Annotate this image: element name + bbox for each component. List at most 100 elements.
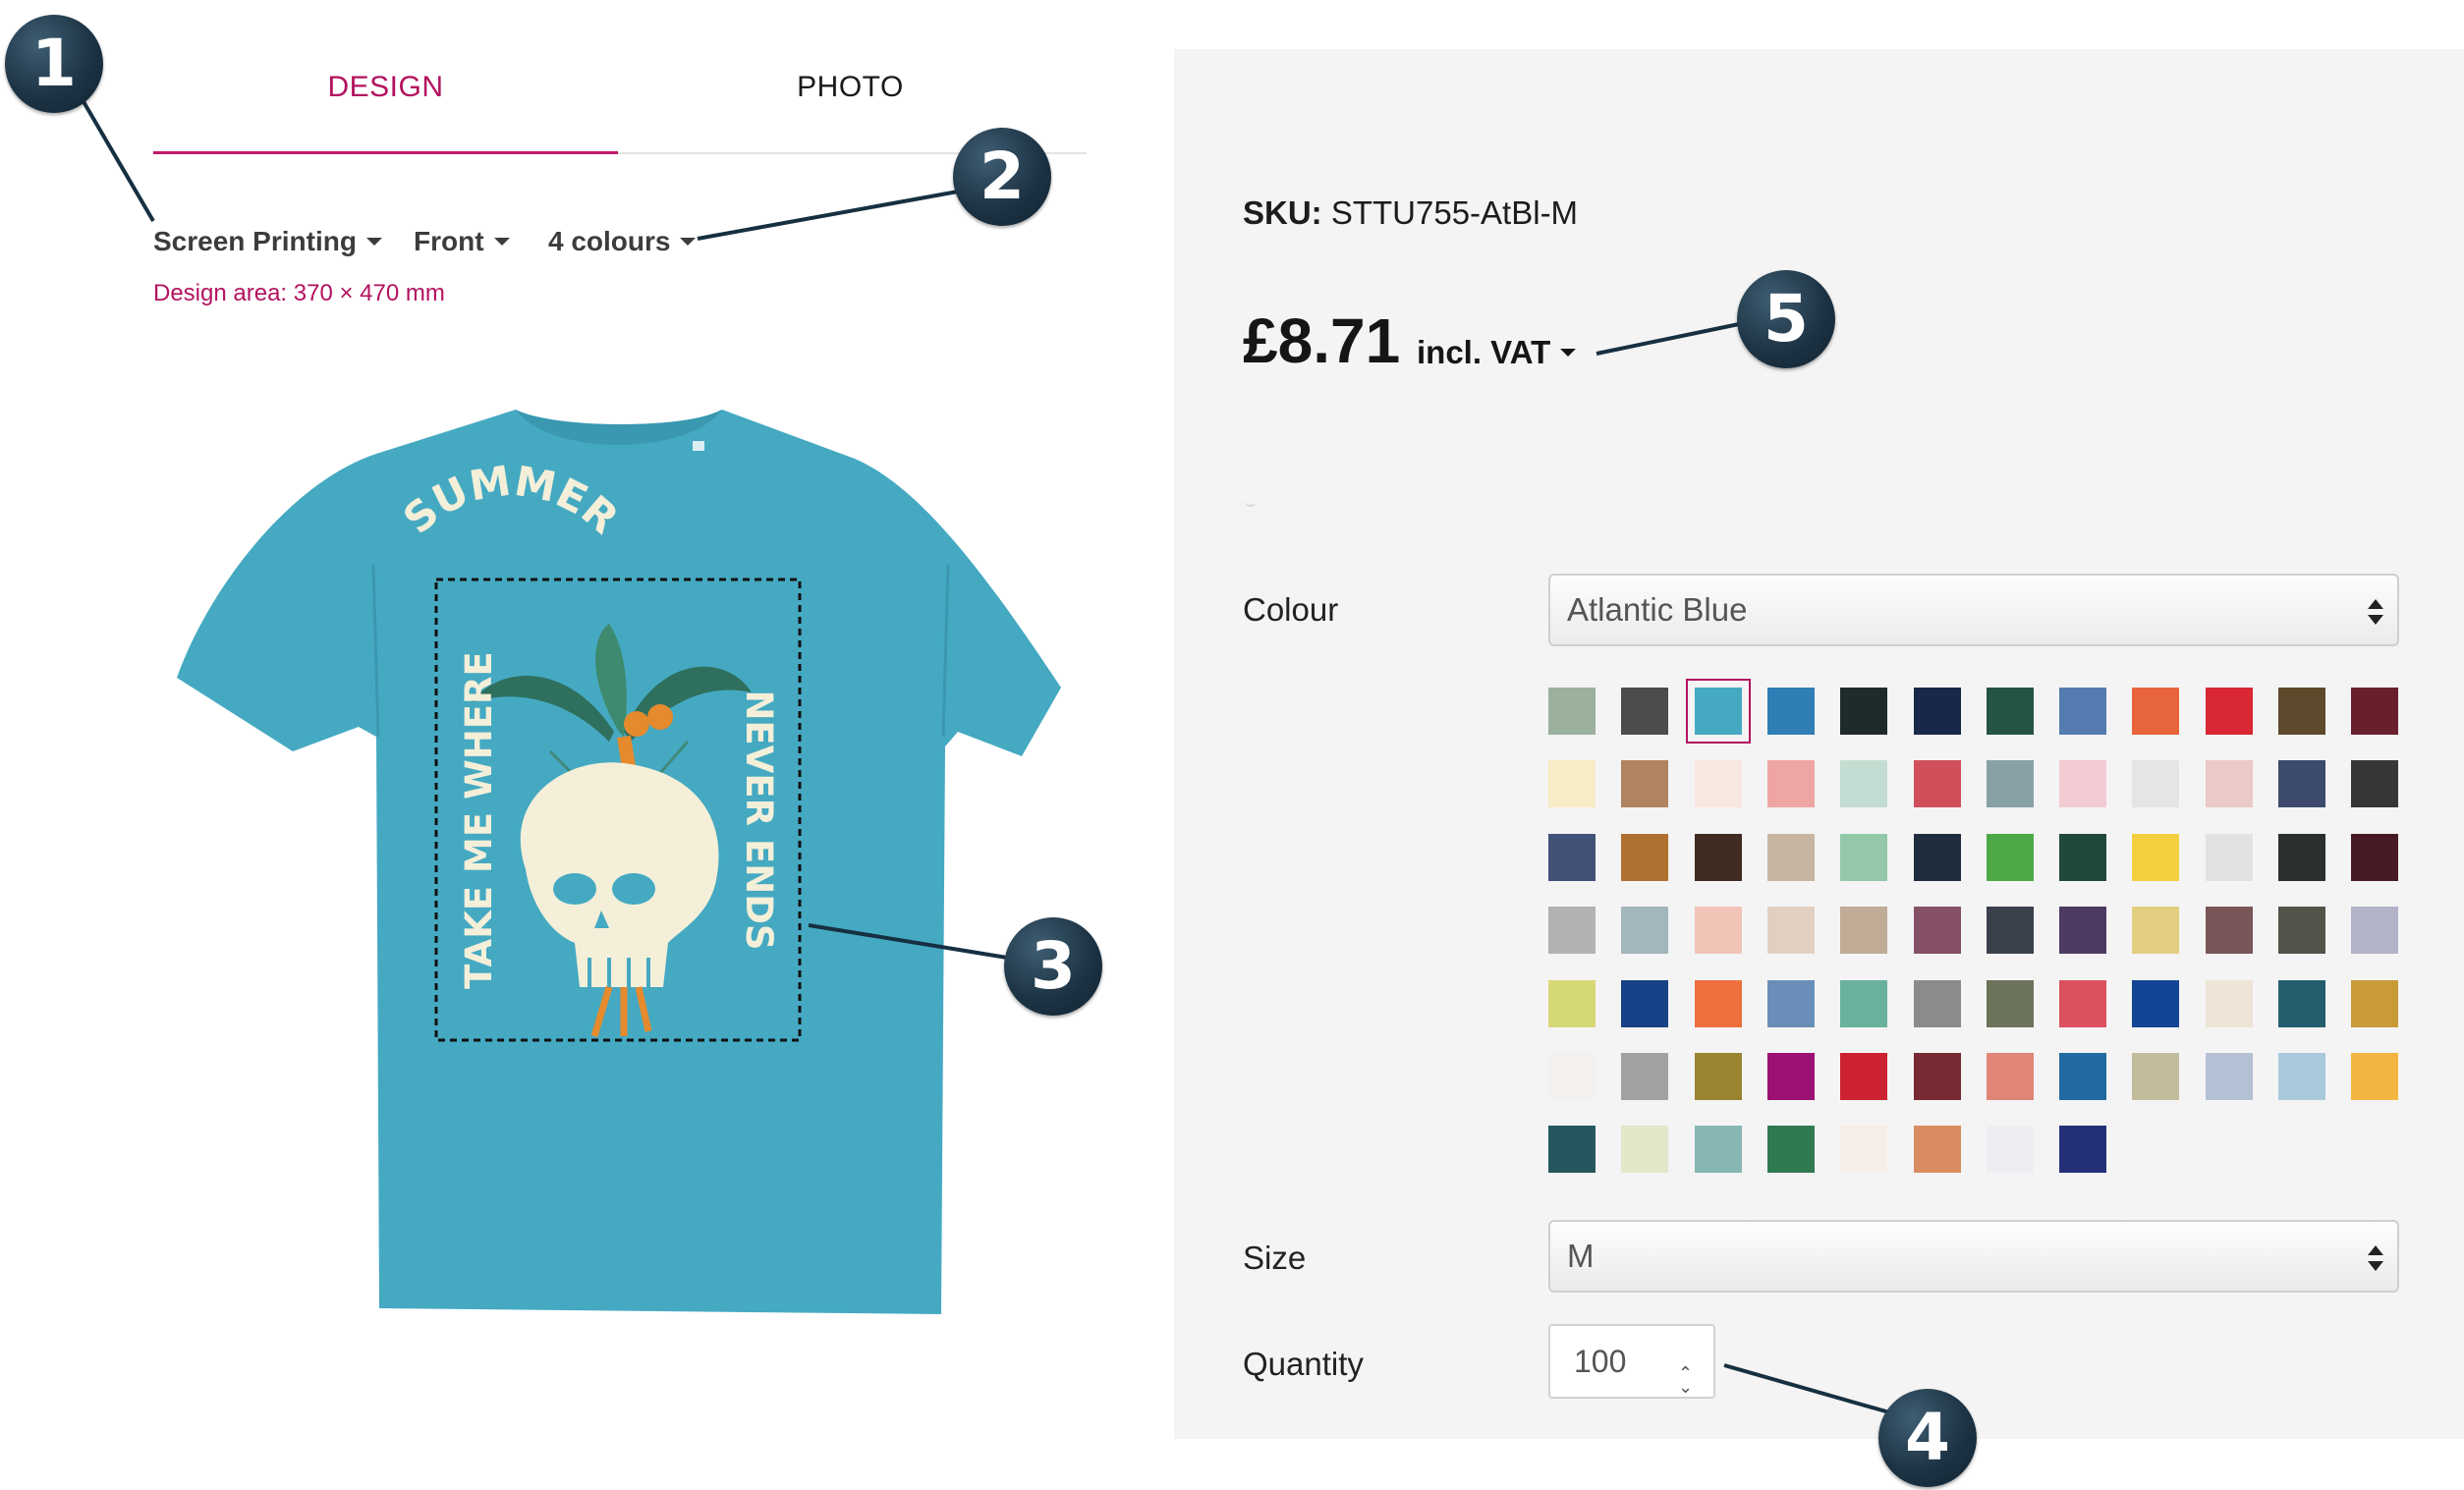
- colour-swatch[interactable]: [2132, 760, 2179, 807]
- colour-swatch[interactable]: [2206, 834, 2253, 881]
- colour-select[interactable]: Atlantic Blue: [1548, 574, 2399, 646]
- quantity-stepper[interactable]: 100: [1548, 1324, 1715, 1422]
- colour-swatch[interactable]: [1840, 980, 1887, 1027]
- colour-swatch[interactable]: [1621, 1053, 1668, 1100]
- colour-swatch[interactable]: [1548, 688, 1596, 735]
- colour-swatch[interactable]: [1840, 834, 1887, 881]
- colour-swatch[interactable]: [2132, 834, 2179, 881]
- colour-swatch[interactable]: [2278, 980, 2325, 1027]
- tab-photo[interactable]: PHOTO: [618, 71, 1083, 104]
- colour-swatch[interactable]: [1914, 1053, 1961, 1100]
- colour-swatch[interactable]: [2278, 1053, 2325, 1100]
- colour-swatch[interactable]: [1695, 1126, 1742, 1173]
- tab-active-indicator: [153, 151, 618, 154]
- colour-swatch[interactable]: [1621, 834, 1668, 881]
- colour-swatch[interactable]: [2059, 907, 2106, 954]
- colour-swatch[interactable]: [2132, 1053, 2179, 1100]
- colour-swatch[interactable]: [1840, 760, 1887, 807]
- colour-swatch[interactable]: [2132, 980, 2179, 1027]
- colour-swatch[interactable]: [1914, 1126, 1961, 1173]
- colour-swatch[interactable]: [1987, 834, 2034, 881]
- colour-swatch[interactable]: [1767, 688, 1815, 735]
- colour-swatch[interactable]: [2351, 907, 2398, 954]
- colour-swatch[interactable]: [2351, 834, 2398, 881]
- colour-swatch[interactable]: [2206, 1053, 2253, 1100]
- colour-swatch[interactable]: [2278, 834, 2325, 881]
- colour-swatch[interactable]: [1767, 834, 1815, 881]
- colour-swatch[interactable]: [1840, 1053, 1887, 1100]
- sku-label: SKU:: [1243, 194, 1322, 231]
- colour-swatch[interactable]: [1695, 980, 1742, 1027]
- tab-design[interactable]: DESIGN: [153, 71, 618, 104]
- printing-method-dropdown[interactable]: Screen Printing: [153, 226, 382, 257]
- select-arrows-icon: [2368, 1245, 2383, 1271]
- colour-swatch[interactable]: [2351, 980, 2398, 1027]
- colour-swatch[interactable]: [1548, 1126, 1596, 1173]
- colour-swatch[interactable]: [1621, 1126, 1668, 1173]
- colour-swatch[interactable]: [1987, 980, 2034, 1027]
- colour-swatch[interactable]: [1548, 834, 1596, 881]
- colour-swatch[interactable]: [1695, 907, 1742, 954]
- colour-swatch[interactable]: [2351, 1053, 2398, 1100]
- colour-swatch[interactable]: [1987, 1126, 2034, 1173]
- colour-swatch[interactable]: [1840, 688, 1887, 735]
- artwork-text-right: NEVER ENDS: [738, 690, 780, 950]
- colour-swatch[interactable]: [1621, 980, 1668, 1027]
- colour-swatch[interactable]: [2206, 760, 2253, 807]
- print-side-dropdown[interactable]: Front: [414, 226, 510, 257]
- size-select-value: M: [1567, 1238, 1595, 1274]
- colour-swatch[interactable]: [1840, 1126, 1887, 1173]
- colour-swatch[interactable]: [1548, 907, 1596, 954]
- colour-swatch[interactable]: [1548, 980, 1596, 1027]
- colour-swatch[interactable]: [1621, 760, 1668, 807]
- colour-swatch[interactable]: [1767, 1053, 1815, 1100]
- colour-swatch[interactable]: [1914, 980, 1961, 1027]
- colour-swatch[interactable]: [1987, 1053, 2034, 1100]
- colour-swatch[interactable]: [1914, 760, 1961, 807]
- callout-line-2: [697, 190, 959, 241]
- colour-swatch[interactable]: [2206, 907, 2253, 954]
- colour-swatch[interactable]: [1767, 760, 1815, 807]
- colour-swatch[interactable]: [1621, 688, 1668, 735]
- colour-swatch[interactable]: [2278, 688, 2325, 735]
- colour-swatch[interactable]: [1548, 760, 1596, 807]
- colour-swatch[interactable]: [2351, 688, 2398, 735]
- colour-swatch[interactable]: [2278, 760, 2325, 807]
- colour-swatch[interactable]: [1840, 907, 1887, 954]
- colour-swatch[interactable]: [1686, 679, 1751, 744]
- design-area-text: Design area: 370 × 470 mm: [153, 280, 445, 306]
- colour-swatch[interactable]: [1767, 907, 1815, 954]
- colour-swatch[interactable]: [2059, 980, 2106, 1027]
- tshirt-preview: SUMMER TAKE ME WHERE NEVER ENDS: [177, 410, 1061, 1314]
- spinner-arrows-icon[interactable]: [1678, 1338, 1694, 1422]
- colour-swatch[interactable]: [2059, 1126, 2106, 1173]
- colour-swatch[interactable]: [1914, 834, 1961, 881]
- colour-swatch[interactable]: [2059, 760, 2106, 807]
- colour-swatch[interactable]: [2059, 1053, 2106, 1100]
- colour-swatch[interactable]: [1987, 760, 2034, 807]
- colour-swatch[interactable]: [2278, 907, 2325, 954]
- colour-swatch[interactable]: [2059, 834, 2106, 881]
- colour-swatch[interactable]: [1767, 1126, 1815, 1173]
- colour-swatch[interactable]: [1621, 907, 1668, 954]
- colour-select-value: Atlantic Blue: [1567, 591, 1748, 628]
- colour-swatch[interactable]: [1548, 1053, 1596, 1100]
- vat-dropdown[interactable]: incl. VAT: [1417, 334, 1577, 371]
- colour-swatch-grid: [1548, 679, 2413, 1184]
- colour-swatch[interactable]: [2059, 688, 2106, 735]
- colour-swatch[interactable]: [1767, 980, 1815, 1027]
- colour-count-dropdown[interactable]: 4 colours: [548, 226, 697, 257]
- colour-swatch[interactable]: [2132, 907, 2179, 954]
- colour-swatch[interactable]: [1987, 907, 2034, 954]
- colour-swatch[interactable]: [1914, 907, 1961, 954]
- colour-swatch[interactable]: [1695, 834, 1742, 881]
- colour-swatch[interactable]: [2206, 980, 2253, 1027]
- colour-swatch[interactable]: [2351, 760, 2398, 807]
- colour-swatch[interactable]: [2132, 688, 2179, 735]
- colour-swatch[interactable]: [1914, 688, 1961, 735]
- size-select[interactable]: M: [1548, 1220, 2399, 1293]
- colour-swatch[interactable]: [1695, 1053, 1742, 1100]
- colour-swatch[interactable]: [1695, 760, 1742, 807]
- colour-swatch[interactable]: [2206, 688, 2253, 735]
- colour-swatch[interactable]: [1987, 688, 2034, 735]
